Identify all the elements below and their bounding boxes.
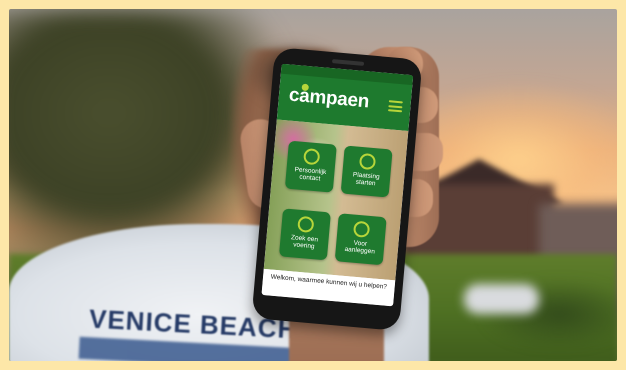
location-icon — [297, 215, 315, 234]
plant-icon — [358, 152, 377, 171]
photo-frame: VENICE BEACH campaen Persoonlijk contact — [9, 9, 617, 361]
tile-plaatsing-starten[interactable]: Plaatsing starten — [340, 145, 393, 198]
phone-screen: campaen Persoonlijk contact Plaatsing st… — [261, 63, 414, 307]
hero-image: Persoonlijk contact Plaatsing starten Zo… — [263, 119, 409, 281]
hamburger-icon[interactable] — [387, 100, 403, 113]
tile-label: Voor aanleggen — [344, 239, 376, 256]
tile-label: Persoonlijk contact — [294, 166, 327, 183]
chat-icon — [303, 148, 321, 166]
parked-car — [464, 284, 539, 314]
tile-zoek-een-voering[interactable]: Zoek een voering — [278, 208, 331, 261]
smartphone: campaen Persoonlijk contact Plaatsing st… — [251, 47, 423, 331]
tile-persoonlijk-contact[interactable]: Persoonlijk contact — [284, 140, 337, 193]
tile-label: Plaatsing starten — [352, 171, 380, 188]
leaf-icon — [352, 220, 371, 238]
phone-speaker — [331, 59, 365, 66]
tile-voor-aanleggen[interactable]: Voor aanleggen — [334, 213, 387, 266]
tile-label: Zoek een voering — [290, 234, 319, 251]
brand-logo[interactable]: campaen — [288, 84, 370, 113]
status-bar — [280, 63, 414, 86]
